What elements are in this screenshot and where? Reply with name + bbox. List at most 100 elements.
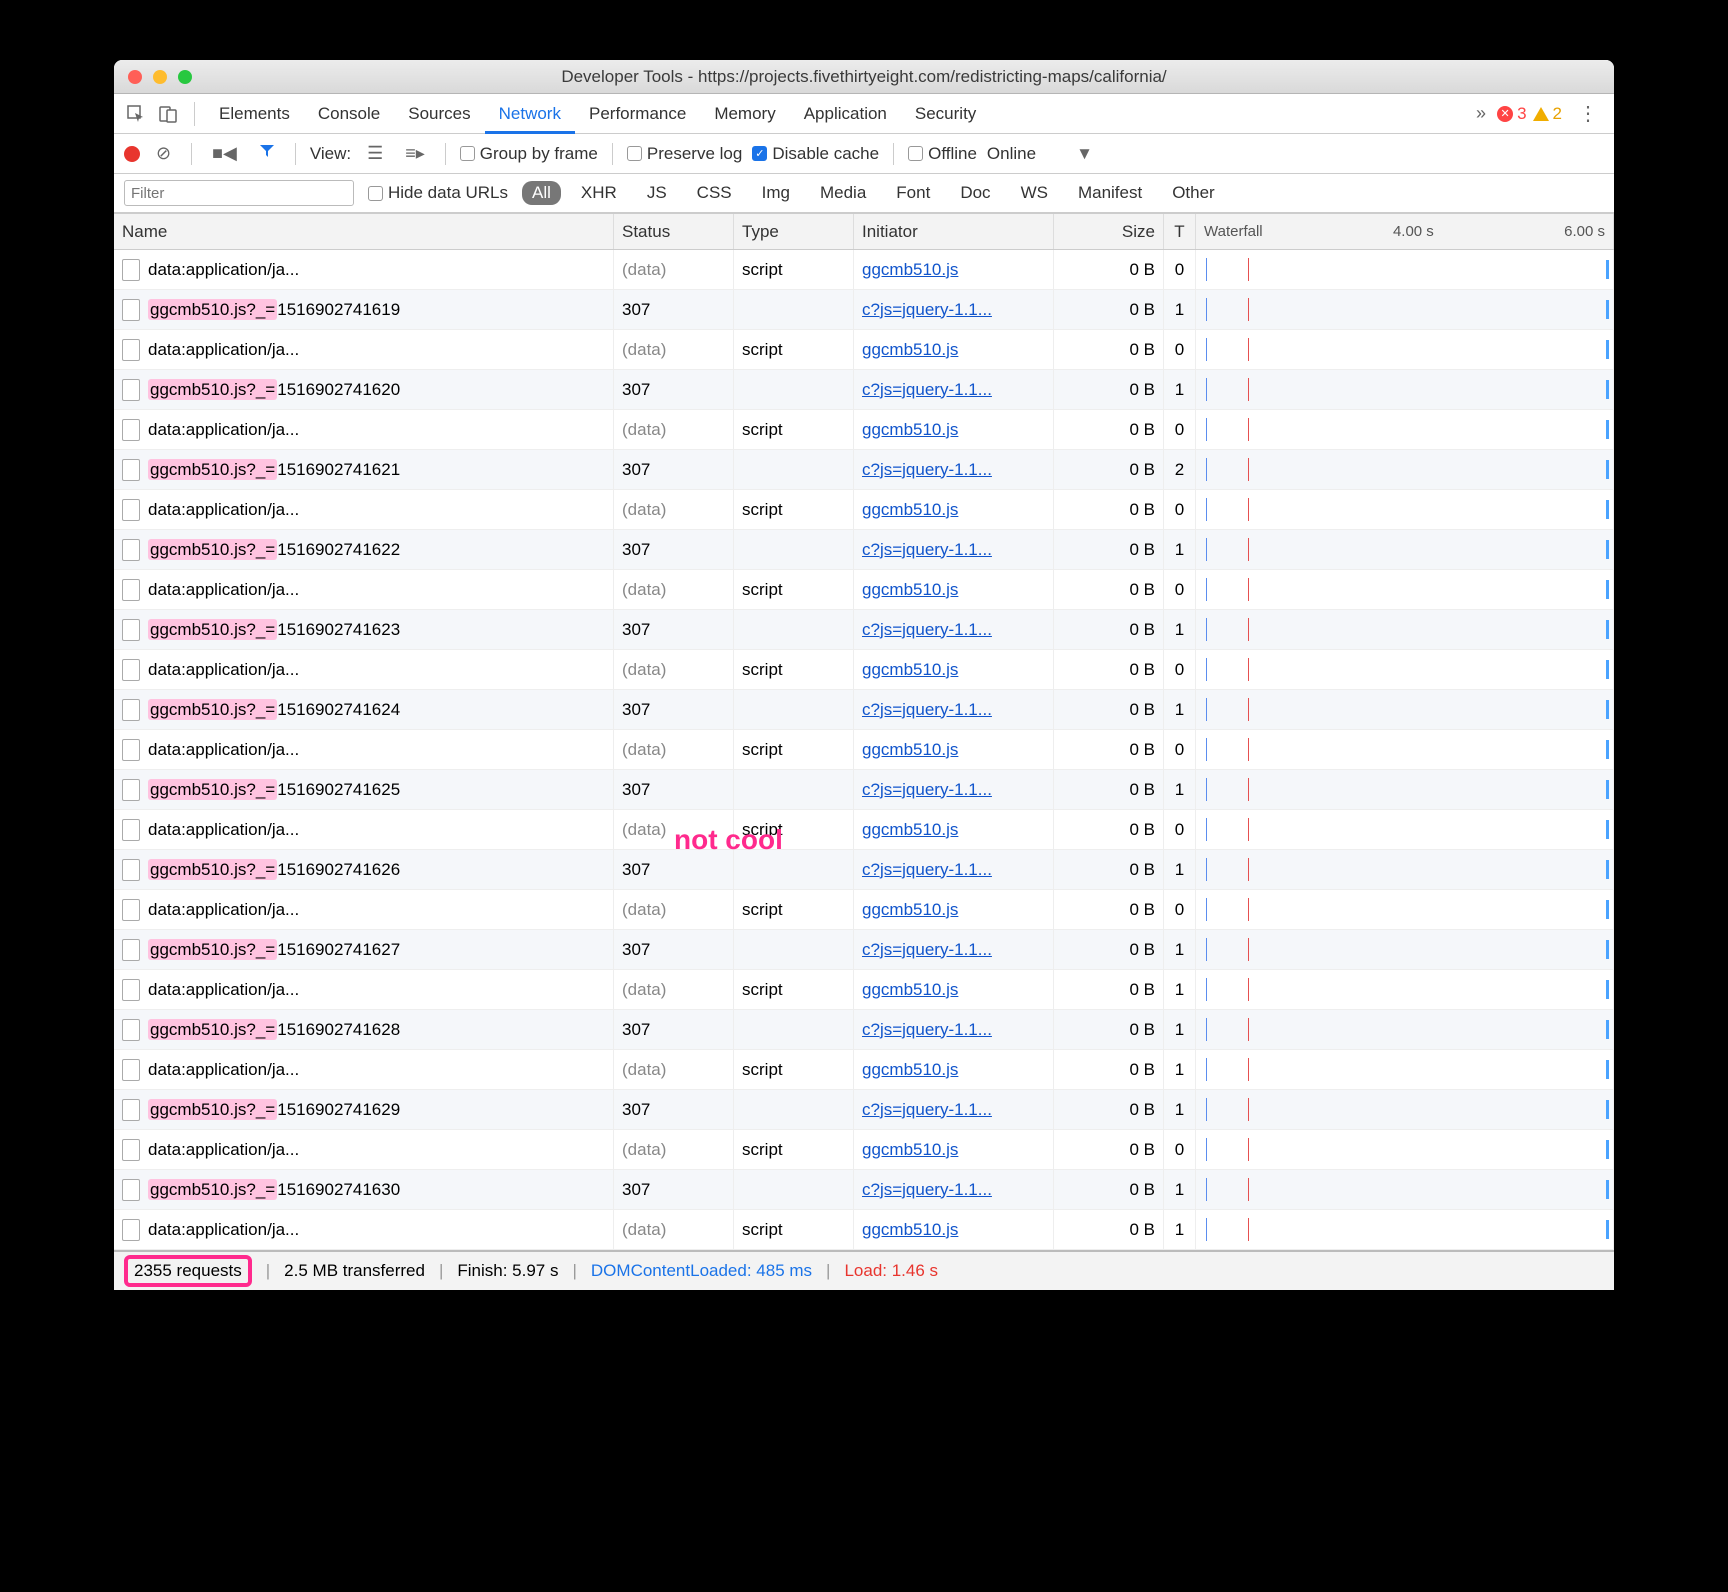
group-by-frame-checkbox[interactable]: Group by frame — [460, 144, 598, 164]
table-row[interactable]: data:application/ja...(data)scriptggcmb5… — [114, 490, 1614, 530]
table-row[interactable]: ggcmb510.js?_=1516902741626307c?js=jquer… — [114, 850, 1614, 890]
offline-checkbox[interactable]: Offline — [908, 144, 977, 164]
table-row[interactable]: ggcmb510.js?_=1516902741620307c?js=jquer… — [114, 370, 1614, 410]
more-tabs-icon[interactable]: » — [1465, 99, 1497, 129]
initiator-link[interactable]: c?js=jquery-1.1... — [862, 780, 992, 800]
header-waterfall[interactable]: Waterfall 4.00 s 6.00 s — [1196, 214, 1614, 249]
chevron-down-icon[interactable]: ▼ — [1076, 144, 1093, 164]
table-row[interactable]: data:application/ja...(data)scriptggcmb5… — [114, 1130, 1614, 1170]
initiator-link[interactable]: ggcmb510.js — [862, 580, 958, 600]
filter-type-all[interactable]: All — [522, 181, 561, 205]
filter-type-css[interactable]: CSS — [687, 181, 742, 205]
initiator-link[interactable]: ggcmb510.js — [862, 1140, 958, 1160]
table-row[interactable]: data:application/ja...(data)scriptggcmb5… — [114, 330, 1614, 370]
table-row[interactable]: ggcmb510.js?_=1516902741630307c?js=jquer… — [114, 1170, 1614, 1210]
header-type[interactable]: Type — [734, 214, 854, 249]
disable-cache-checkbox[interactable]: ✓Disable cache — [752, 144, 879, 164]
table-row[interactable]: data:application/ja...(data)scriptggcmb5… — [114, 650, 1614, 690]
hide-data-urls-checkbox[interactable]: Hide data URLs — [368, 183, 508, 203]
tab-application[interactable]: Application — [790, 94, 901, 134]
large-rows-icon[interactable]: ☰ — [361, 143, 389, 164]
table-row[interactable]: data:application/ja...(data)scriptggcmb5… — [114, 810, 1614, 850]
filter-input[interactable] — [124, 180, 354, 206]
error-count-badge[interactable]: ✕3 — [1497, 104, 1526, 124]
header-name[interactable]: Name — [114, 214, 614, 249]
initiator-link[interactable]: ggcmb510.js — [862, 340, 958, 360]
initiator-link[interactable]: ggcmb510.js — [862, 900, 958, 920]
initiator-link[interactable]: c?js=jquery-1.1... — [862, 1100, 992, 1120]
table-row[interactable]: ggcmb510.js?_=1516902741628307c?js=jquer… — [114, 1010, 1614, 1050]
initiator-link[interactable]: c?js=jquery-1.1... — [862, 300, 992, 320]
filter-type-img[interactable]: Img — [752, 181, 800, 205]
initiator-link[interactable]: c?js=jquery-1.1... — [862, 700, 992, 720]
tab-network[interactable]: Network — [485, 94, 575, 134]
tab-memory[interactable]: Memory — [700, 94, 789, 134]
table-row[interactable]: ggcmb510.js?_=1516902741629307c?js=jquer… — [114, 1090, 1614, 1130]
inspect-icon[interactable] — [120, 99, 152, 129]
table-row[interactable]: ggcmb510.js?_=1516902741624307c?js=jquer… — [114, 690, 1614, 730]
filter-type-other[interactable]: Other — [1162, 181, 1225, 205]
minimize-icon[interactable] — [153, 70, 167, 84]
initiator-link[interactable]: c?js=jquery-1.1... — [862, 1020, 992, 1040]
table-row[interactable]: data:application/ja...(data)scriptggcmb5… — [114, 1050, 1614, 1090]
table-row[interactable]: data:application/ja...(data)scriptggcmb5… — [114, 970, 1614, 1010]
initiator-link[interactable]: c?js=jquery-1.1... — [862, 940, 992, 960]
record-icon[interactable] — [124, 146, 140, 162]
table-row[interactable]: data:application/ja...(data)scriptggcmb5… — [114, 730, 1614, 770]
initiator-link[interactable]: ggcmb510.js — [862, 500, 958, 520]
filter-type-xhr[interactable]: XHR — [571, 181, 627, 205]
table-row[interactable]: ggcmb510.js?_=1516902741625307c?js=jquer… — [114, 770, 1614, 810]
filter-type-font[interactable]: Font — [886, 181, 940, 205]
table-row[interactable]: data:application/ja...(data)scriptggcmb5… — [114, 570, 1614, 610]
settings-menu-icon[interactable]: ⋮ — [1568, 101, 1608, 126]
initiator-link[interactable]: ggcmb510.js — [862, 660, 958, 680]
filter-icon[interactable] — [253, 143, 281, 164]
table-row[interactable]: ggcmb510.js?_=1516902741627307c?js=jquer… — [114, 930, 1614, 970]
initiator-link[interactable]: c?js=jquery-1.1... — [862, 860, 992, 880]
close-icon[interactable] — [128, 70, 142, 84]
table-row[interactable]: data:application/ja...(data)scriptggcmb5… — [114, 410, 1614, 450]
device-mode-icon[interactable] — [152, 99, 184, 129]
clear-icon[interactable]: ⊘ — [150, 143, 177, 164]
table-row[interactable]: ggcmb510.js?_=1516902741622307c?js=jquer… — [114, 530, 1614, 570]
throttle-select[interactable]: Online — [987, 144, 1036, 164]
table-row[interactable]: data:application/ja...(data)scriptggcmb5… — [114, 250, 1614, 290]
initiator-link[interactable]: ggcmb510.js — [862, 740, 958, 760]
warning-count-badge[interactable]: 2 — [1533, 104, 1562, 124]
table-row[interactable]: data:application/ja...(data)scriptggcmb5… — [114, 1210, 1614, 1250]
filter-type-manifest[interactable]: Manifest — [1068, 181, 1152, 205]
initiator-link[interactable]: ggcmb510.js — [862, 980, 958, 1000]
table-row[interactable]: data:application/ja...(data)scriptggcmb5… — [114, 890, 1614, 930]
initiator-link[interactable]: ggcmb510.js — [862, 260, 958, 280]
filter-type-js[interactable]: JS — [637, 181, 677, 205]
tab-performance[interactable]: Performance — [575, 94, 700, 134]
camera-icon[interactable]: ■◀ — [206, 143, 243, 164]
filter-type-ws[interactable]: WS — [1011, 181, 1058, 205]
initiator-link[interactable]: c?js=jquery-1.1... — [862, 1180, 992, 1200]
header-status[interactable]: Status — [614, 214, 734, 249]
initiator-link[interactable]: ggcmb510.js — [862, 420, 958, 440]
filter-type-media[interactable]: Media — [810, 181, 876, 205]
initiator-link[interactable]: ggcmb510.js — [862, 1220, 958, 1240]
table-row[interactable]: ggcmb510.js?_=1516902741623307c?js=jquer… — [114, 610, 1614, 650]
table-row[interactable]: ggcmb510.js?_=1516902741619307c?js=jquer… — [114, 290, 1614, 330]
filter-type-doc[interactable]: Doc — [950, 181, 1000, 205]
tab-sources[interactable]: Sources — [394, 94, 484, 134]
preserve-log-checkbox[interactable]: Preserve log — [627, 144, 742, 164]
initiator-link[interactable]: c?js=jquery-1.1... — [862, 620, 992, 640]
initiator-link[interactable]: ggcmb510.js — [862, 820, 958, 840]
table-row[interactable]: ggcmb510.js?_=1516902741621307c?js=jquer… — [114, 450, 1614, 490]
tab-console[interactable]: Console — [304, 94, 394, 134]
header-initiator[interactable]: Initiator — [854, 214, 1054, 249]
initiator-link[interactable]: c?js=jquery-1.1... — [862, 460, 992, 480]
file-icon — [122, 1099, 140, 1121]
initiator-link[interactable]: ggcmb510.js — [862, 1060, 958, 1080]
overview-icon[interactable]: ≡▸ — [399, 143, 431, 164]
tab-elements[interactable]: Elements — [205, 94, 304, 134]
tab-security[interactable]: Security — [901, 94, 990, 134]
initiator-link[interactable]: c?js=jquery-1.1... — [862, 540, 992, 560]
header-size[interactable]: Size — [1054, 214, 1164, 249]
zoom-icon[interactable] — [178, 70, 192, 84]
header-time[interactable]: T — [1164, 214, 1196, 249]
initiator-link[interactable]: c?js=jquery-1.1... — [862, 380, 992, 400]
